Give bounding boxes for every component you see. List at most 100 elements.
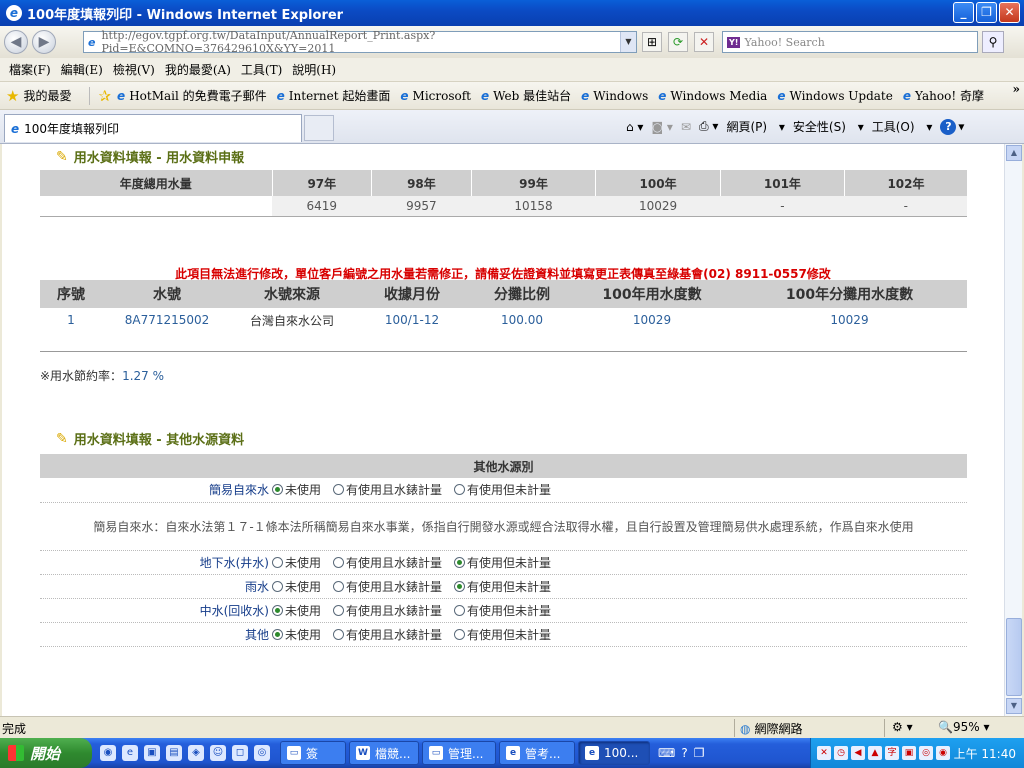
radio-option[interactable]: 有使用且水錶計量: [333, 580, 442, 594]
radio-option[interactable]: 有使用但未計量: [454, 483, 551, 497]
chrome-icon[interactable]: ◎: [254, 745, 270, 761]
help-icon[interactable]: ?: [681, 746, 687, 760]
add-favorite-icon[interactable]: ✰: [98, 87, 111, 105]
menu-edit[interactable]: 編輯(E): [56, 61, 108, 78]
fav-item-windows-media[interactable]: e Windows Media: [658, 89, 767, 103]
ie-icon[interactable]: e: [122, 745, 138, 761]
fav-item-hotmail[interactable]: e HotMail 的免費電子郵件: [117, 87, 267, 104]
search-button[interactable]: ⚲: [982, 31, 1004, 53]
menu-help[interactable]: 說明(H): [287, 61, 341, 78]
scroll-down-icon[interactable]: ▼: [1006, 698, 1022, 714]
radio-button[interactable]: [272, 484, 283, 496]
mail-icon[interactable]: ✉: [681, 120, 691, 134]
restore-button[interactable]: ❐: [976, 2, 997, 23]
help-menu[interactable]: ? ▾: [940, 118, 964, 135]
favorites-button[interactable]: ★ 我的最愛: [6, 87, 71, 105]
radio-button[interactable]: [454, 556, 466, 568]
fav-item-microsoft[interactable]: e Microsoft: [400, 89, 471, 103]
stop-icon[interactable]: ✕: [694, 32, 714, 52]
zoom-control[interactable]: 🔍95% ▾: [938, 720, 989, 734]
radio-option[interactable]: 有使用且水錶計量: [333, 556, 442, 570]
address-bar[interactable]: e http://egov.tgpf.org.tw/DataInput/Annu…: [83, 29, 637, 55]
fav-item-web-best[interactable]: e Web 最佳站台: [481, 87, 571, 104]
window-icon[interactable]: ◻: [232, 745, 248, 761]
messenger-icon[interactable]: ☺: [210, 745, 226, 761]
radio-option[interactable]: 未使用: [272, 580, 321, 594]
search-input[interactable]: Y! Yahoo! Search: [722, 31, 978, 53]
tab-current[interactable]: e 100年度填報列印: [4, 114, 302, 142]
page-menu[interactable]: 網頁(P) ▾: [726, 118, 784, 135]
print-icon[interactable]: ⎙ ▾: [699, 119, 718, 134]
new-tab-button[interactable]: [304, 115, 334, 141]
monitor-icon[interactable]: ▣: [902, 746, 916, 760]
lang-icon[interactable]: 字: [885, 746, 899, 760]
network-icon[interactable]: ✕: [817, 746, 831, 760]
close-button[interactable]: ✕: [999, 2, 1020, 23]
menu-tools[interactable]: 工具(T): [236, 61, 287, 78]
radio-button[interactable]: [333, 484, 345, 496]
radio-button[interactable]: [333, 628, 345, 640]
disk-icon[interactable]: ▤: [166, 745, 182, 761]
radio-option[interactable]: 有使用但未計量: [454, 628, 551, 642]
radio-button[interactable]: [454, 628, 466, 640]
safety-menu[interactable]: 安全性(S) ▾: [793, 118, 864, 135]
radio-button[interactable]: [454, 604, 466, 616]
compat-icon[interactable]: ⊞: [642, 32, 662, 52]
radio-option[interactable]: 有使用但未計量: [454, 604, 551, 618]
radio-button[interactable]: [333, 604, 345, 616]
feeds-icon[interactable]: ◙ ▾: [651, 120, 672, 134]
radio-button[interactable]: [454, 580, 466, 592]
restore-icon[interactable]: ❐: [694, 746, 705, 760]
fav-item-windows-update[interactable]: e Windows Update: [777, 89, 893, 103]
fav-item-internet-start[interactable]: e Internet 起始畫面: [277, 87, 391, 104]
menu-favorites[interactable]: 我的最愛(A): [160, 61, 236, 78]
keyboard-icon[interactable]: ⌨: [658, 746, 675, 760]
radio-option[interactable]: 未使用: [272, 628, 321, 642]
update-icon[interactable]: ◉: [936, 746, 950, 760]
radio-option[interactable]: 有使用但未計量: [454, 556, 551, 570]
radio-option[interactable]: 有使用且水錶計量: [333, 628, 442, 642]
security-icon[interactable]: ◎: [919, 746, 933, 760]
radio-option[interactable]: 未使用: [272, 483, 321, 497]
radio-button[interactable]: [272, 604, 283, 616]
radio-option[interactable]: 未使用: [272, 556, 321, 570]
task-folder[interactable]: ▭ 簽: [280, 741, 346, 765]
sync-icon[interactable]: ◷: [834, 746, 848, 760]
radio-button[interactable]: [272, 556, 283, 568]
start-button[interactable]: 開始: [0, 738, 92, 768]
home-icon[interactable]: ⌂ ▾: [626, 120, 643, 134]
vertical-scrollbar[interactable]: ▲ ▼: [1004, 144, 1022, 716]
task-manage[interactable]: ▭ 管理...: [422, 741, 496, 765]
scroll-up-icon[interactable]: ▲: [1006, 145, 1022, 161]
radio-option[interactable]: 有使用且水錶計量: [333, 483, 442, 497]
radio-button[interactable]: [272, 580, 283, 592]
chevron-more-icon[interactable]: »: [1013, 82, 1021, 96]
address-dropdown-icon[interactable]: ▼: [620, 32, 636, 52]
radio-option[interactable]: 有使用且水錶計量: [333, 604, 442, 618]
forward-button[interactable]: ▶: [32, 30, 56, 54]
refresh-icon[interactable]: ⟳: [668, 32, 688, 52]
protected-mode-icon[interactable]: ⚙ ▾: [892, 720, 913, 734]
desktop-icon[interactable]: ▣: [144, 745, 160, 761]
tools-menu[interactable]: 工具(O) ▾: [872, 118, 933, 135]
media-icon[interactable]: ◉: [100, 745, 116, 761]
app-icon[interactable]: ◈: [188, 745, 204, 761]
volume-icon[interactable]: ◀: [851, 746, 865, 760]
menu-view[interactable]: 檢視(V): [108, 61, 160, 78]
task-ie-active[interactable]: e 100...: [578, 741, 650, 765]
task-document[interactable]: W 檔競...: [349, 741, 419, 765]
menu-file[interactable]: 檔案(F): [4, 61, 56, 78]
back-button[interactable]: ◀: [4, 30, 28, 54]
fav-item-yahoo[interactable]: e Yahoo! 奇摩: [903, 87, 984, 104]
radio-button[interactable]: [454, 484, 466, 496]
radio-button[interactable]: [272, 628, 283, 640]
scroll-thumb[interactable]: [1006, 618, 1022, 696]
fav-item-windows[interactable]: e Windows: [581, 89, 648, 103]
task-ie-1[interactable]: e 管考...: [499, 741, 575, 765]
radio-option[interactable]: 未使用: [272, 604, 321, 618]
minimize-button[interactable]: _: [953, 2, 974, 23]
radio-option[interactable]: 有使用但未計量: [454, 580, 551, 594]
radio-button[interactable]: [333, 556, 345, 568]
radio-button[interactable]: [333, 580, 345, 592]
pdf-icon[interactable]: ▲: [868, 746, 882, 760]
